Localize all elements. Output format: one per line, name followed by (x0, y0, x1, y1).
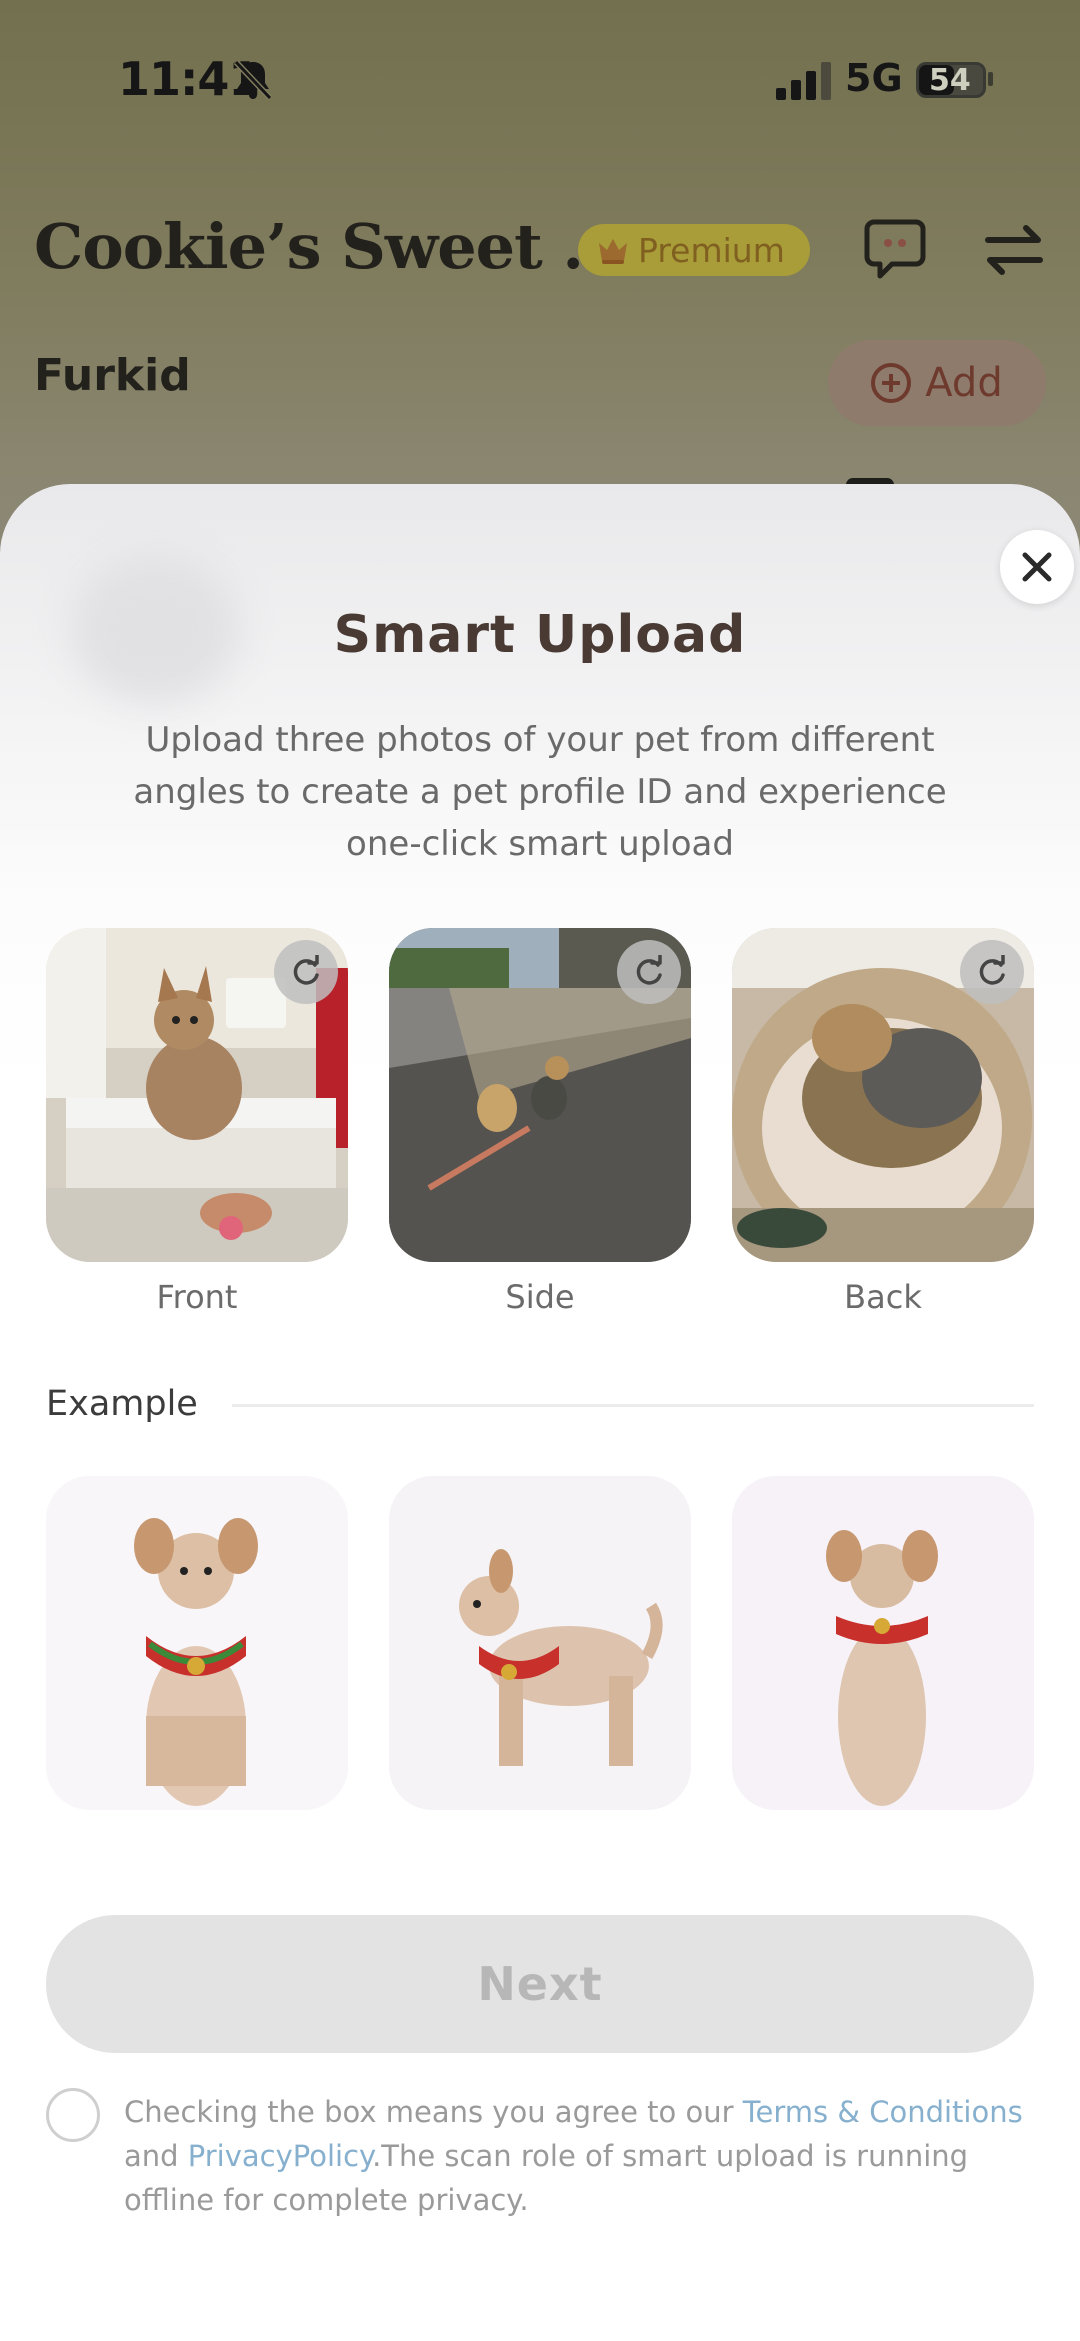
refresh-icon (293, 955, 319, 985)
battery-percent: 54 (929, 63, 971, 98)
sheet-title: Smart Upload (333, 605, 747, 665)
divider (232, 1404, 1034, 1407)
agreement-text: Checking the box means you agree to our … (124, 2090, 1024, 2222)
cellular-signal-icon (776, 62, 831, 100)
example-heading: Example (46, 1384, 198, 1424)
chat-bubble-icon[interactable] (862, 216, 928, 282)
add-button-label: Add (925, 360, 1003, 406)
example-front-image (46, 1476, 348, 1810)
plus-circle-icon (871, 363, 912, 403)
add-button[interactable]: Add (828, 340, 1046, 426)
front-photo-label: Front (156, 1278, 238, 1316)
premium-badge[interactable]: Premium (578, 224, 810, 276)
battery-tip (988, 72, 993, 86)
privacy-policy-link[interactable]: PrivacyPolicy (188, 2139, 372, 2173)
agreement-checkbox[interactable] (46, 2088, 100, 2142)
close-button[interactable] (1000, 530, 1074, 604)
replace-photo-button[interactable] (274, 940, 338, 1004)
agreement-middle: and (124, 2139, 188, 2173)
sheet-description: Upload three photos of your pet from dif… (133, 720, 947, 864)
section-title: Furkid (34, 350, 191, 401)
back-photo-label: Back (844, 1278, 922, 1316)
network-type: 5G (845, 56, 903, 100)
example-back-dog (732, 1476, 1034, 1810)
example-side-image (389, 1476, 691, 1810)
agreement-prefix: Checking the box means you agree to our (124, 2095, 743, 2129)
close-icon (1022, 552, 1052, 582)
back-photo[interactable] (732, 928, 1034, 1262)
replace-photo-button[interactable] (960, 940, 1024, 1004)
status-bar: 11:41 5G 54 (0, 0, 1080, 150)
example-front-dog (46, 1476, 348, 1810)
swap-arrows-icon[interactable] (982, 222, 1046, 278)
app-screen: 11:41 5G 54 Cookie’s Sweet ... Premium F… (0, 0, 1080, 2341)
front-photo[interactable] (46, 928, 348, 1262)
side-photo-label: Side (505, 1278, 575, 1316)
refresh-icon (979, 955, 1005, 985)
refresh-icon (636, 955, 662, 985)
example-back-image (732, 1476, 1034, 1810)
side-photo[interactable] (389, 928, 691, 1262)
example-side-dog (389, 1476, 691, 1810)
battery-indicator: 54 (916, 62, 986, 98)
muted-bell-icon (233, 59, 273, 101)
next-button[interactable]: Next (46, 1915, 1034, 2053)
crown-icon (599, 239, 627, 264)
terms-link[interactable]: Terms & Conditions (743, 2095, 1023, 2129)
replace-photo-button[interactable] (617, 940, 681, 1004)
page-title[interactable]: Cookie’s Sweet ... (34, 210, 625, 283)
premium-label: Premium (638, 230, 785, 270)
